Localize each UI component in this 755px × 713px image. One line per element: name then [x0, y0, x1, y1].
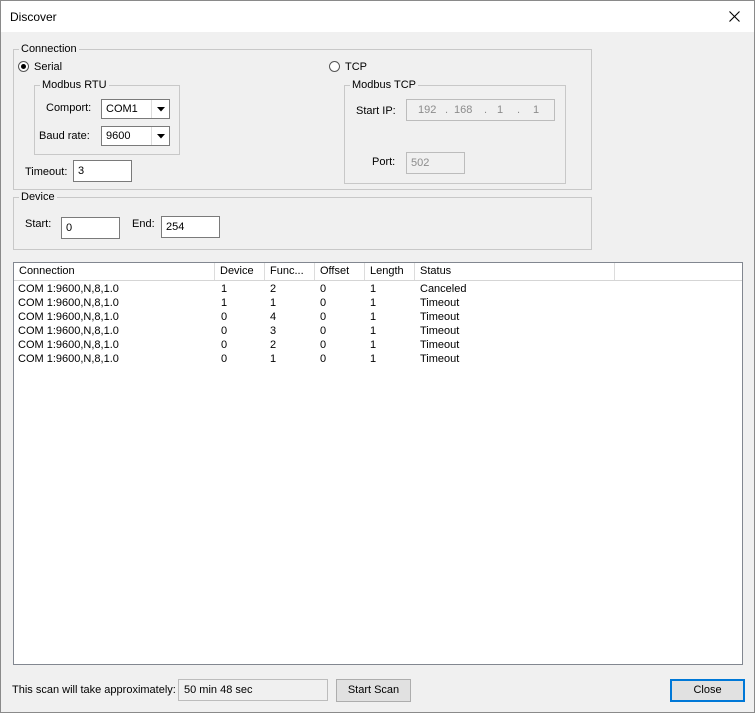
estimate-label: This scan will take approximately: [12, 684, 176, 696]
end-label: End: [132, 218, 155, 230]
discover-dialog: Discover Connection Serial TCP Modbus RT… [0, 0, 755, 713]
close-window-button[interactable] [714, 1, 754, 32]
ip-octet-4: 1 [533, 104, 540, 116]
cell-device: 0 [221, 353, 228, 365]
cell-status: Timeout [420, 339, 460, 351]
cell-device: 1 [221, 297, 228, 309]
cell-function: 1 [270, 297, 277, 309]
comport-select[interactable]: COM1 [101, 99, 170, 119]
table-row[interactable]: COM 1:9600,N,8,1.0 1 2 0 1 Canceled [14, 282, 742, 296]
end-device-input[interactable]: 254 [161, 216, 220, 238]
results-list[interactable]: Connection Device Func... Offset Length … [13, 262, 743, 665]
close-icon [728, 11, 740, 22]
ip-octet-2: 168 [454, 104, 473, 116]
modbus-rtu-legend: Modbus RTU [40, 79, 109, 92]
modbus-tcp-legend: Modbus TCP [350, 79, 418, 92]
cell-status: Timeout [420, 353, 460, 365]
chevron-down-icon[interactable] [151, 100, 169, 118]
port-label: Port: [372, 156, 396, 168]
column-header-offset[interactable]: Offset [315, 263, 365, 280]
cell-connection: COM 1:9600,N,8,1.0 [18, 339, 119, 351]
cell-length: 1 [370, 311, 377, 323]
column-header-device[interactable]: Device [215, 263, 265, 280]
tcp-radio[interactable] [329, 61, 340, 72]
cell-offset: 0 [320, 339, 327, 351]
cell-device: 1 [221, 283, 228, 295]
cell-length: 1 [370, 297, 377, 309]
start-ip-input[interactable]: 192 . 168 . 1 . 1 [406, 99, 555, 121]
cell-offset: 0 [320, 325, 327, 337]
table-row[interactable]: COM 1:9600,N,8,1.0 0 3 0 1 Timeout [14, 324, 742, 338]
device-legend: Device [19, 191, 57, 204]
cell-offset: 0 [320, 297, 327, 309]
cell-status: Canceled [420, 283, 467, 295]
cell-function: 2 [270, 339, 277, 351]
cell-connection: COM 1:9600,N,8,1.0 [18, 353, 119, 365]
cell-offset: 0 [320, 311, 327, 323]
cell-connection: COM 1:9600,N,8,1.0 [18, 297, 119, 309]
start-scan-button[interactable]: Start Scan [336, 679, 411, 702]
column-header-connection[interactable]: Connection [14, 263, 215, 280]
column-header-status[interactable]: Status [415, 263, 615, 280]
baud-rate-label: Baud rate: [39, 130, 90, 142]
baud-rate-value: 9600 [106, 130, 131, 142]
title-bar: Discover [1, 1, 754, 32]
cell-length: 1 [370, 283, 377, 295]
ip-octet-1: 192 [418, 104, 437, 116]
list-header: Connection Device Func... Offset Length … [14, 263, 742, 281]
cell-offset: 0 [320, 353, 327, 365]
cell-length: 1 [370, 339, 377, 351]
comport-value: COM1 [106, 103, 138, 115]
tcp-label[interactable]: TCP [345, 61, 367, 74]
radio-selected-dot [21, 64, 26, 69]
column-header-function[interactable]: Func... [265, 263, 315, 280]
cell-connection: COM 1:9600,N,8,1.0 [18, 311, 119, 323]
timeout-label: Timeout: [25, 166, 68, 178]
start-ip-label: Start IP: [356, 105, 396, 117]
ip-dot: . [445, 104, 449, 116]
serial-radio[interactable] [18, 61, 29, 72]
start-label: Start: [25, 218, 52, 230]
connection-legend: Connection [19, 43, 79, 56]
cell-function: 1 [270, 353, 277, 365]
cell-length: 1 [370, 325, 377, 337]
cell-status: Timeout [420, 297, 460, 309]
cell-device: 0 [221, 339, 228, 351]
ip-dot: . [517, 104, 521, 116]
port-input[interactable]: 502 [406, 152, 465, 174]
cell-status: Timeout [420, 325, 460, 337]
cell-function: 3 [270, 325, 277, 337]
serial-label[interactable]: Serial [34, 61, 62, 74]
cell-function: 4 [270, 311, 277, 323]
baud-rate-select[interactable]: 9600 [101, 126, 170, 146]
comport-label: Comport: [46, 102, 92, 114]
cell-connection: COM 1:9600,N,8,1.0 [18, 283, 119, 295]
table-row[interactable]: COM 1:9600,N,8,1.0 0 2 0 1 Timeout [14, 338, 742, 352]
start-device-input[interactable]: 0 [61, 217, 120, 239]
table-row[interactable]: COM 1:9600,N,8,1.0 0 4 0 1 Timeout [14, 310, 742, 324]
column-header-length[interactable]: Length [365, 263, 415, 280]
window-title: Discover [10, 10, 57, 24]
cell-function: 2 [270, 283, 277, 295]
ip-dot: . [484, 104, 488, 116]
table-row[interactable]: COM 1:9600,N,8,1.0 0 1 0 1 Timeout [14, 352, 742, 366]
cell-connection: COM 1:9600,N,8,1.0 [18, 325, 119, 337]
timeout-input[interactable]: 3 [73, 160, 132, 182]
cell-length: 1 [370, 353, 377, 365]
chevron-down-icon[interactable] [151, 127, 169, 145]
cell-status: Timeout [420, 311, 460, 323]
ip-octet-3: 1 [497, 104, 504, 116]
cell-offset: 0 [320, 283, 327, 295]
cell-device: 0 [221, 325, 228, 337]
close-button[interactable]: Close [670, 679, 745, 702]
estimate-value: 50 min 48 sec [178, 679, 328, 701]
cell-device: 0 [221, 311, 228, 323]
table-row[interactable]: COM 1:9600,N,8,1.0 1 1 0 1 Timeout [14, 296, 742, 310]
